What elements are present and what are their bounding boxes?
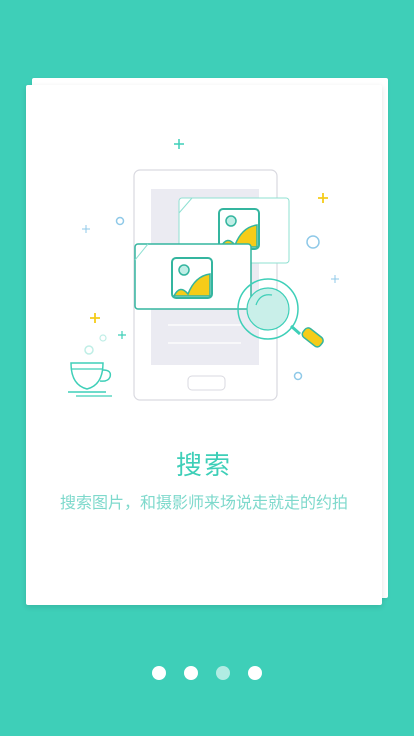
page-dot-3[interactable] bbox=[216, 666, 230, 680]
search-illustration bbox=[68, 139, 339, 401]
photo-card-front-icon bbox=[134, 243, 252, 310]
tea-cup-icon bbox=[68, 334, 112, 397]
page-dot-2[interactable] bbox=[184, 666, 198, 680]
page-indicator bbox=[0, 666, 414, 680]
intro-card: 搜索 搜索图片，和摄影师来场说走就走的约拍 bbox=[26, 85, 382, 605]
page-dot-4[interactable] bbox=[248, 666, 262, 680]
page-subtitle: 搜索图片，和摄影师来场说走就走的约拍 bbox=[59, 493, 348, 512]
page-dot-1[interactable] bbox=[152, 666, 166, 680]
page-title: 搜索 bbox=[175, 451, 232, 481]
